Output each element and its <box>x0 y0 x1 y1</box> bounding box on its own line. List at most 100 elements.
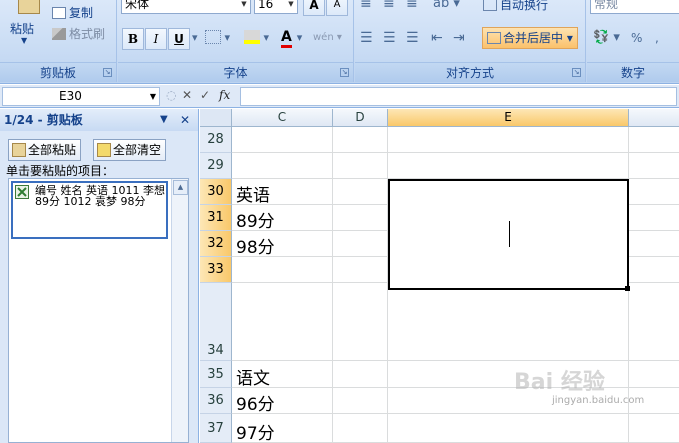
fill-color-icon[interactable]: ▾ <box>244 28 269 50</box>
font-color-button[interactable]: A ▾ <box>281 27 302 49</box>
cell-c37[interactable]: 97分 <box>236 419 275 443</box>
cell-c30[interactable]: 英语 <box>236 181 270 206</box>
percent-button[interactable]: % <box>631 28 642 50</box>
row-header-33[interactable]: 33 <box>200 257 232 283</box>
scroll-up-icon[interactable]: ▲ <box>173 180 188 195</box>
decrease-indent-icon[interactable]: ⇤ <box>431 28 443 50</box>
italic-button[interactable]: I <box>145 28 167 50</box>
column-header-c[interactable]: C <box>232 109 333 127</box>
paste-label: 粘贴 <box>10 22 35 36</box>
cell-c35[interactable]: 语文 <box>236 364 270 389</box>
phonetic-label: wén <box>313 32 334 43</box>
align-bottom-icon[interactable]: ≡ <box>406 0 418 16</box>
column-header-filler <box>629 109 679 127</box>
underline-dropdown-icon[interactable]: ▾ <box>192 28 198 50</box>
row-header-34[interactable]: 34 <box>200 283 232 361</box>
underline-button[interactable]: U <box>168 28 190 50</box>
formula-bar: E30 ▼ ◌ ✕ ✓ fx <box>0 85 679 108</box>
resize-handle[interactable] <box>625 286 630 291</box>
phonetic-button[interactable]: wén ▾ <box>313 28 342 50</box>
formula-input[interactable] <box>240 87 677 106</box>
merge-icon <box>487 32 501 44</box>
column-header-d[interactable]: D <box>333 109 388 127</box>
font-launcher-icon[interactable]: ↘ <box>340 68 349 77</box>
alignment-launcher-icon[interactable]: ↘ <box>572 68 581 77</box>
cell-c32[interactable]: 98分 <box>236 233 275 258</box>
font-name-select[interactable]: 宋体 ▼ <box>121 0 251 14</box>
worksheet: CDE 28 29 30 31 32 33 34 35 36 37 英语 89分 98分语文 96分 97… <box>200 109 679 443</box>
grip-icon: ◌ <box>166 88 177 102</box>
cell-c36[interactable]: 96分 <box>236 390 275 415</box>
font-color-label: A <box>281 29 292 48</box>
border-icon[interactable]: ▾ <box>205 28 230 50</box>
alignment-group-label: 对齐方式 <box>355 62 585 82</box>
align-left-icon[interactable]: ☰ <box>360 28 373 50</box>
insert-function-icon[interactable]: fx <box>219 88 230 102</box>
wrap-text-icon <box>483 0 497 11</box>
row-header-31[interactable]: 31 <box>200 205 232 231</box>
gridline <box>232 413 679 414</box>
gridline <box>232 360 679 361</box>
clipboard-pane: 1/24 - 剪贴板 ▼ ✕ 全部粘贴 全部清空 单击要粘贴的项目： 编号 姓名… <box>0 109 199 443</box>
paste-button[interactable]: 粘贴 ▼ <box>6 0 48 60</box>
row-header-36[interactable]: 36 <box>200 388 232 414</box>
font-size-select[interactable]: 16 ▼ <box>254 0 298 14</box>
select-all-corner[interactable] <box>200 109 232 127</box>
name-box[interactable]: E30 ▼ <box>2 87 160 106</box>
row-header-37[interactable]: 37 <box>200 414 232 443</box>
format-painter-button[interactable]: 格式刷 <box>52 25 105 43</box>
increase-indent-icon[interactable]: ⇥ <box>453 28 465 50</box>
clipboard-launcher-icon[interactable]: ↘ <box>103 68 112 77</box>
clipboard-item-list: 编号 姓名 英语 1011 李想 89分 1012 袁梦 98分 ▲ <box>8 178 189 443</box>
close-icon[interactable]: ✕ <box>180 109 190 131</box>
copy-button[interactable]: 复制 <box>52 4 93 22</box>
format-painter-icon <box>52 28 66 40</box>
row-header-29[interactable]: 29 <box>200 153 232 179</box>
enter-icon[interactable]: ✓ <box>200 88 210 102</box>
merge-center-label: 合并后居中 <box>503 31 564 45</box>
copy-label: 复制 <box>69 6 94 20</box>
wrap-text-label: 自动换行 <box>500 0 549 12</box>
number-format-value: 常规 <box>594 0 619 11</box>
column-header-e[interactable]: E <box>388 109 629 127</box>
text-box[interactable] <box>388 179 630 291</box>
number-group: 常规 💱 ▾ % , 数字 <box>587 0 679 82</box>
row-header-32[interactable]: 32 <box>200 231 232 257</box>
clipboard-item[interactable]: 编号 姓名 英语 1011 李想 89分 1012 袁梦 98分 <box>11 181 168 239</box>
clipboard-pane-title: 1/24 - 剪贴板 <box>4 113 83 127</box>
font-name-value: 宋体 <box>125 0 150 11</box>
clear-all-button[interactable]: 全部清空 <box>93 139 167 161</box>
clear-all-icon <box>97 143 111 157</box>
cancel-icon[interactable]: ✕ <box>182 88 192 102</box>
text-caret <box>509 221 510 247</box>
row-header-30[interactable]: 30 <box>200 179 232 205</box>
wrap-text-button[interactable]: 自动换行 <box>483 0 548 14</box>
merge-center-button[interactable]: 合并后居中 ▾ <box>482 27 578 49</box>
paste-all-icon <box>12 143 26 157</box>
comma-button[interactable]: , <box>655 28 659 50</box>
align-center-icon[interactable]: ☰ <box>383 28 396 50</box>
row-header-28[interactable]: 28 <box>200 127 232 153</box>
orientation-icon[interactable]: ab ▾ <box>433 0 460 16</box>
align-top-icon[interactable]: ≡ <box>360 0 372 16</box>
paste-all-button[interactable]: 全部粘贴 <box>8 139 82 161</box>
currency-icon[interactable]: 💱 ▾ <box>593 28 620 50</box>
row-header-35[interactable]: 35 <box>200 361 232 388</box>
number-format-select[interactable]: 常规 <box>590 0 679 14</box>
cell-c31[interactable]: 89分 <box>236 207 275 232</box>
clipboard-pane-header: 1/24 - 剪贴板 ▼ ✕ <box>0 109 198 131</box>
gridline <box>232 387 679 388</box>
shrink-font-button[interactable]: A <box>326 0 348 16</box>
pane-options-icon[interactable]: ▼ <box>160 109 168 131</box>
grow-font-button[interactable]: A <box>303 0 325 16</box>
align-right-icon[interactable]: ☰ <box>406 28 419 50</box>
chevron-down-icon: ▼ <box>241 0 247 8</box>
chevron-down-icon[interactable]: ▼ <box>150 88 156 105</box>
bold-button[interactable]: B <box>122 28 144 50</box>
font-group-label: 字体 <box>118 62 353 82</box>
clipboard-group: 粘贴 ▼ 复制 格式刷 剪贴板 ↘ <box>0 0 117 82</box>
clipboard-scrollbar[interactable]: ▲ <box>171 179 188 442</box>
formula-buttons: ◌ ✕ ✓ fx <box>164 87 239 106</box>
ribbon: 粘贴 ▼ 复制 格式刷 剪贴板 ↘ 宋体 ▼ 16 ▼ A A B I U ▾ … <box>0 0 679 84</box>
align-middle-icon[interactable]: ≡ <box>383 0 395 16</box>
